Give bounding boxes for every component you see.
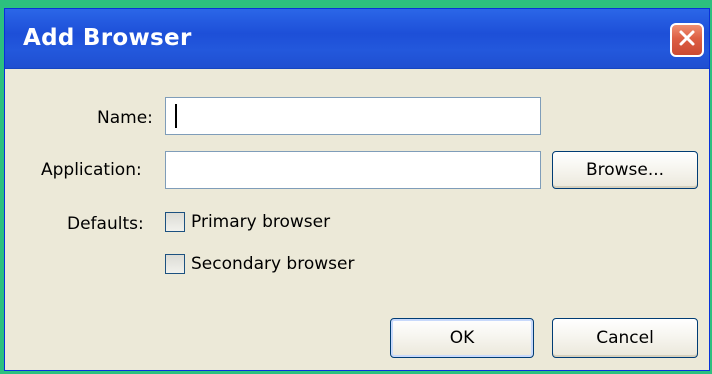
window-title: Add Browser (23, 25, 192, 51)
primary-browser-option[interactable]: Primary browser (165, 211, 330, 233)
cancel-button[interactable]: Cancel (552, 318, 698, 358)
browse-button[interactable]: Browse... (552, 151, 698, 189)
secondary-browser-option[interactable]: Secondary browser (165, 253, 354, 275)
application-input[interactable] (165, 151, 541, 189)
name-input[interactable] (165, 97, 541, 135)
ok-button[interactable]: OK (390, 318, 534, 358)
secondary-browser-label: Secondary browser (191, 254, 355, 274)
close-icon (678, 29, 696, 51)
application-label: Application: (41, 160, 142, 180)
title-bar: Add Browser (5, 9, 709, 69)
primary-browser-label: Primary browser (191, 212, 331, 232)
primary-browser-checkbox[interactable] (165, 212, 185, 232)
secondary-browser-checkbox[interactable] (165, 254, 185, 274)
add-browser-dialog: Add Browser Name: Application: Browse...… (4, 8, 710, 371)
close-button[interactable] (670, 23, 704, 57)
text-caret (175, 104, 177, 128)
name-label: Name: (97, 108, 153, 128)
defaults-label: Defaults: (67, 214, 144, 234)
dialog-content: Name: Application: Browse... Defaults: P… (5, 69, 709, 370)
